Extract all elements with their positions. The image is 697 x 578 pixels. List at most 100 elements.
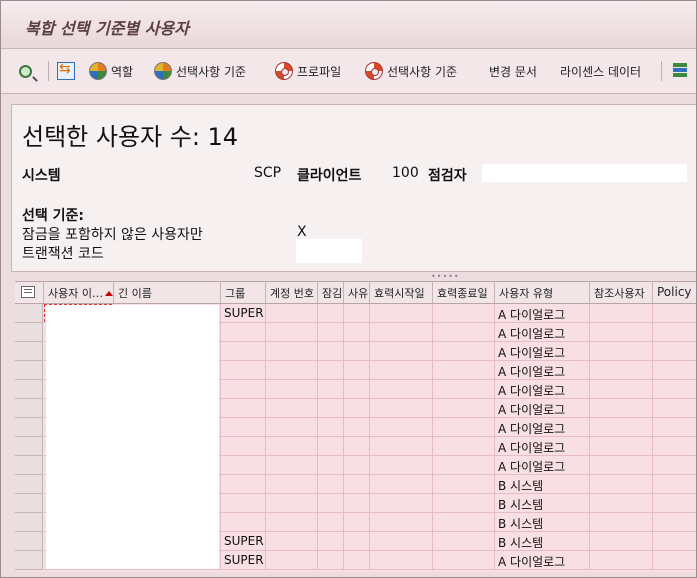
cell-valid-to[interactable] bbox=[433, 551, 495, 570]
cell-policy[interactable] bbox=[653, 532, 696, 551]
cell-reference-user[interactable] bbox=[590, 323, 653, 342]
cell-locked[interactable] bbox=[318, 304, 344, 323]
cell-valid-from[interactable] bbox=[370, 399, 433, 418]
cell-reason[interactable] bbox=[344, 456, 370, 475]
hierarchy-button[interactable] bbox=[671, 59, 693, 83]
col-header-valid-to[interactable]: 효력종료일 bbox=[433, 282, 495, 304]
cell-valid-to[interactable] bbox=[433, 532, 495, 551]
cell-group[interactable]: SUPER bbox=[221, 532, 266, 551]
row-selector[interactable] bbox=[15, 399, 43, 418]
cell-reference-user[interactable] bbox=[590, 418, 653, 437]
row-selector[interactable] bbox=[15, 323, 43, 342]
col-header-group[interactable]: 그룹 bbox=[221, 282, 266, 304]
cell-group[interactable]: SUPER bbox=[221, 551, 266, 570]
cell-group[interactable] bbox=[221, 494, 266, 513]
cell-reference-user[interactable] bbox=[590, 304, 653, 323]
cell-reason[interactable] bbox=[344, 418, 370, 437]
cell-locked[interactable] bbox=[318, 323, 344, 342]
cell-group[interactable] bbox=[221, 361, 266, 380]
cell-policy[interactable] bbox=[653, 361, 696, 380]
cell-reason[interactable] bbox=[344, 323, 370, 342]
cell-account-number[interactable] bbox=[266, 532, 318, 551]
cell-user-type[interactable]: B 시스템 bbox=[495, 494, 590, 513]
cell-reference-user[interactable] bbox=[590, 494, 653, 513]
cell-account-number[interactable] bbox=[266, 399, 318, 418]
cell-policy[interactable] bbox=[653, 323, 696, 342]
cell-reference-user[interactable] bbox=[590, 361, 653, 380]
cell-valid-to[interactable] bbox=[433, 437, 495, 456]
cell-account-number[interactable] bbox=[266, 323, 318, 342]
cell-locked[interactable] bbox=[318, 361, 344, 380]
cell-locked[interactable] bbox=[318, 399, 344, 418]
col-header-reference-user[interactable]: 참조사용자 bbox=[590, 282, 653, 304]
cell-valid-from[interactable] bbox=[370, 513, 433, 532]
cell-valid-from[interactable] bbox=[370, 532, 433, 551]
cell-valid-to[interactable] bbox=[433, 304, 495, 323]
cell-valid-to[interactable] bbox=[433, 513, 495, 532]
cell-reference-user[interactable] bbox=[590, 399, 653, 418]
cell-valid-to[interactable] bbox=[433, 380, 495, 399]
cell-account-number[interactable] bbox=[266, 418, 318, 437]
cell-locked[interactable] bbox=[318, 437, 344, 456]
cell-user-type[interactable]: A 다이얼로그 bbox=[495, 323, 590, 342]
cell-reason[interactable] bbox=[344, 551, 370, 570]
cell-valid-to[interactable] bbox=[433, 475, 495, 494]
col-header-user-name[interactable]: 사용자 이… bbox=[44, 282, 114, 304]
cell-locked[interactable] bbox=[318, 418, 344, 437]
cell-valid-to[interactable] bbox=[433, 342, 495, 361]
cell-policy[interactable] bbox=[653, 551, 696, 570]
cell-policy[interactable] bbox=[653, 418, 696, 437]
cell-reference-user[interactable] bbox=[590, 380, 653, 399]
cell-reference-user[interactable] bbox=[590, 342, 653, 361]
cell-group[interactable] bbox=[221, 399, 266, 418]
cell-user-type[interactable]: A 다이얼로그 bbox=[495, 304, 590, 323]
cell-group[interactable]: SUPER bbox=[221, 304, 266, 323]
cell-valid-to[interactable] bbox=[433, 323, 495, 342]
cell-reference-user[interactable] bbox=[590, 475, 653, 494]
cell-reference-user[interactable] bbox=[590, 456, 653, 475]
cell-locked[interactable] bbox=[318, 532, 344, 551]
row-selector[interactable] bbox=[15, 532, 43, 551]
row-selector[interactable] bbox=[15, 456, 43, 475]
cell-account-number[interactable] bbox=[266, 456, 318, 475]
col-header-account-number[interactable]: 계정 번호 bbox=[266, 282, 318, 304]
cell-account-number[interactable] bbox=[266, 551, 318, 570]
cell-account-number[interactable] bbox=[266, 380, 318, 399]
criteria-button-1[interactable]: 선택사항 기준 bbox=[154, 59, 246, 83]
cell-reason[interactable] bbox=[344, 437, 370, 456]
row-selector[interactable] bbox=[15, 342, 43, 361]
select-all-button[interactable] bbox=[15, 282, 44, 304]
criteria-button-2[interactable]: 선택사항 기준 bbox=[365, 59, 457, 83]
cell-reason[interactable] bbox=[344, 304, 370, 323]
row-selector[interactable] bbox=[15, 361, 43, 380]
cell-valid-from[interactable] bbox=[370, 323, 433, 342]
cell-valid-from[interactable] bbox=[370, 551, 433, 570]
cell-reason[interactable] bbox=[344, 532, 370, 551]
cell-reference-user[interactable] bbox=[590, 437, 653, 456]
col-header-reason[interactable]: 사유 bbox=[344, 282, 370, 304]
cell-user-type[interactable]: A 다이얼로그 bbox=[495, 342, 590, 361]
cell-valid-from[interactable] bbox=[370, 361, 433, 380]
col-header-user-type[interactable]: 사용자 유형 bbox=[495, 282, 590, 304]
cell-valid-from[interactable] bbox=[370, 456, 433, 475]
cell-account-number[interactable] bbox=[266, 494, 318, 513]
cell-reason[interactable] bbox=[344, 342, 370, 361]
cell-policy[interactable] bbox=[653, 475, 696, 494]
cell-valid-from[interactable] bbox=[370, 418, 433, 437]
cell-reason[interactable] bbox=[344, 399, 370, 418]
cell-user-type[interactable]: B 시스템 bbox=[495, 532, 590, 551]
cell-group[interactable] bbox=[221, 513, 266, 532]
cell-valid-from[interactable] bbox=[370, 380, 433, 399]
cell-user-type[interactable]: A 다이얼로그 bbox=[495, 380, 590, 399]
row-selector[interactable] bbox=[15, 304, 43, 323]
cell-user-type[interactable]: A 다이얼로그 bbox=[495, 418, 590, 437]
cell-valid-from[interactable] bbox=[370, 475, 433, 494]
cell-group[interactable] bbox=[221, 437, 266, 456]
cell-group[interactable] bbox=[221, 342, 266, 361]
cell-account-number[interactable] bbox=[266, 475, 318, 494]
cell-account-number[interactable] bbox=[266, 361, 318, 380]
cell-valid-from[interactable] bbox=[370, 342, 433, 361]
cell-account-number[interactable] bbox=[266, 513, 318, 532]
cell-locked[interactable] bbox=[318, 380, 344, 399]
col-header-valid-from[interactable]: 효력시작일 bbox=[370, 282, 433, 304]
